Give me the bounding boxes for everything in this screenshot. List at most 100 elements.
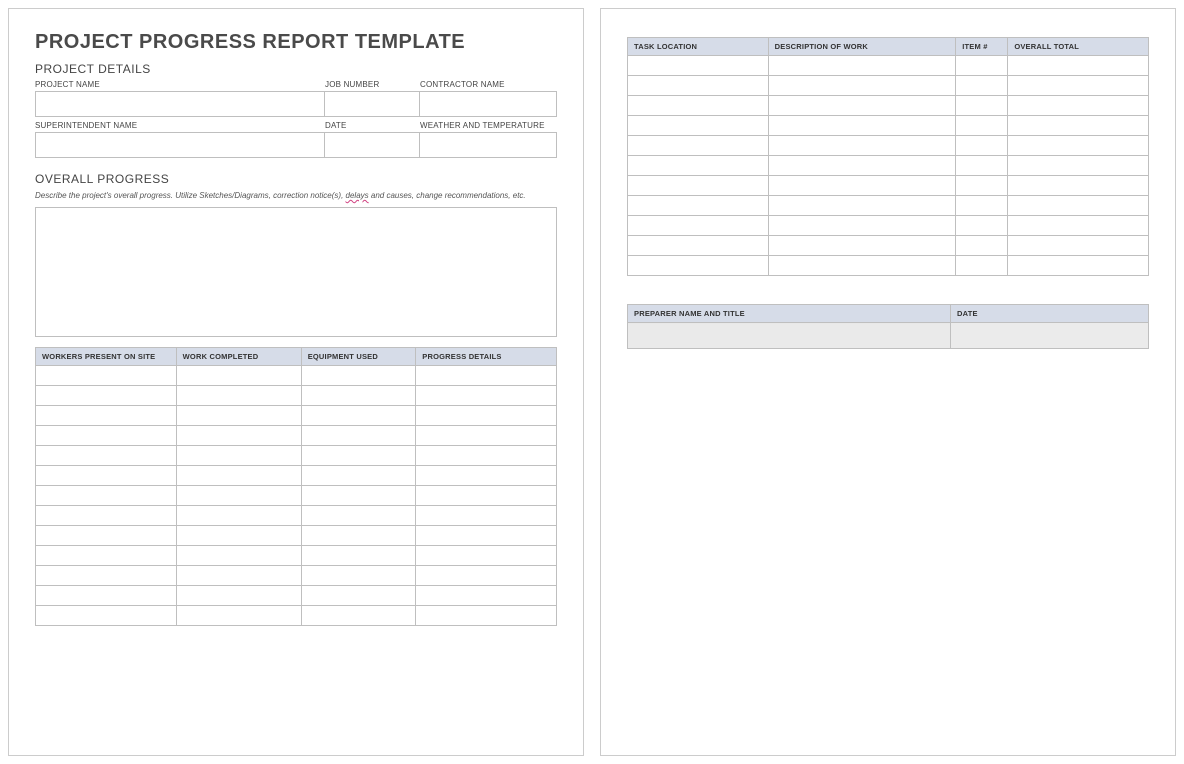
table-cell[interactable] [416,566,557,586]
preparer-date-input[interactable] [951,323,1149,349]
superintendent-name-input[interactable] [35,132,325,158]
table-cell[interactable] [416,586,557,606]
table-cell[interactable] [176,386,301,406]
table-cell[interactable] [1008,216,1149,236]
table-cell[interactable] [956,136,1008,156]
table-cell[interactable] [176,506,301,526]
table-cell[interactable] [416,606,557,626]
table-cell[interactable] [301,486,416,506]
table-cell[interactable] [416,546,557,566]
table-cell[interactable] [956,96,1008,116]
table-cell[interactable] [416,486,557,506]
table-cell[interactable] [176,446,301,466]
table-cell[interactable] [768,196,956,216]
table-cell[interactable] [176,466,301,486]
table-cell[interactable] [1008,156,1149,176]
table-cell[interactable] [301,546,416,566]
table-cell[interactable] [176,606,301,626]
table-cell[interactable] [1008,96,1149,116]
table-cell[interactable] [956,216,1008,236]
table-cell[interactable] [416,426,557,446]
table-cell[interactable] [956,76,1008,96]
table-cell[interactable] [416,366,557,386]
table-cell[interactable] [628,116,769,136]
table-cell[interactable] [768,156,956,176]
table-cell[interactable] [36,566,177,586]
table-cell[interactable] [1008,116,1149,136]
table-cell[interactable] [416,506,557,526]
table-cell[interactable] [628,236,769,256]
table-cell[interactable] [1008,196,1149,216]
table-cell[interactable] [628,136,769,156]
table-cell[interactable] [956,56,1008,76]
table-cell[interactable] [628,196,769,216]
table-cell[interactable] [768,96,956,116]
table-cell[interactable] [1008,76,1149,96]
table-cell[interactable] [176,546,301,566]
table-cell[interactable] [416,446,557,466]
table-cell[interactable] [176,586,301,606]
table-cell[interactable] [628,216,769,236]
table-cell[interactable] [36,446,177,466]
table-cell[interactable] [956,236,1008,256]
table-cell[interactable] [301,406,416,426]
table-cell[interactable] [956,256,1008,276]
table-cell[interactable] [628,96,769,116]
table-cell[interactable] [628,76,769,96]
table-cell[interactable] [768,76,956,96]
table-cell[interactable] [36,486,177,506]
date-input[interactable] [325,132,420,158]
table-cell[interactable] [301,446,416,466]
table-cell[interactable] [1008,56,1149,76]
contractor-name-input[interactable] [420,91,557,117]
table-cell[interactable] [36,386,177,406]
table-cell[interactable] [768,216,956,236]
job-number-input[interactable] [325,91,420,117]
table-cell[interactable] [768,56,956,76]
table-cell[interactable] [1008,256,1149,276]
table-cell[interactable] [956,116,1008,136]
table-cell[interactable] [1008,236,1149,256]
table-cell[interactable] [301,506,416,526]
table-cell[interactable] [768,256,956,276]
table-cell[interactable] [628,156,769,176]
table-cell[interactable] [416,526,557,546]
table-cell[interactable] [301,426,416,446]
table-cell[interactable] [301,526,416,546]
table-cell[interactable] [956,196,1008,216]
table-cell[interactable] [768,176,956,196]
table-cell[interactable] [301,366,416,386]
table-cell[interactable] [301,566,416,586]
table-cell[interactable] [301,466,416,486]
table-cell[interactable] [1008,176,1149,196]
table-cell[interactable] [956,156,1008,176]
table-cell[interactable] [768,236,956,256]
table-cell[interactable] [301,386,416,406]
table-cell[interactable] [176,366,301,386]
table-cell[interactable] [628,176,769,196]
table-cell[interactable] [176,526,301,546]
table-cell[interactable] [36,526,177,546]
table-cell[interactable] [301,586,416,606]
table-cell[interactable] [628,256,769,276]
preparer-name-input[interactable] [628,323,951,349]
table-cell[interactable] [36,426,177,446]
weather-input[interactable] [420,132,557,158]
table-cell[interactable] [416,406,557,426]
table-cell[interactable] [416,466,557,486]
table-cell[interactable] [36,366,177,386]
overall-progress-input[interactable] [35,207,557,337]
table-cell[interactable] [768,116,956,136]
table-cell[interactable] [301,606,416,626]
table-cell[interactable] [36,406,177,426]
table-cell[interactable] [36,586,177,606]
table-cell[interactable] [176,426,301,446]
table-cell[interactable] [36,606,177,626]
table-cell[interactable] [36,466,177,486]
table-cell[interactable] [176,406,301,426]
project-name-input[interactable] [35,91,325,117]
table-cell[interactable] [176,566,301,586]
table-cell[interactable] [36,506,177,526]
table-cell[interactable] [36,546,177,566]
table-cell[interactable] [416,386,557,406]
